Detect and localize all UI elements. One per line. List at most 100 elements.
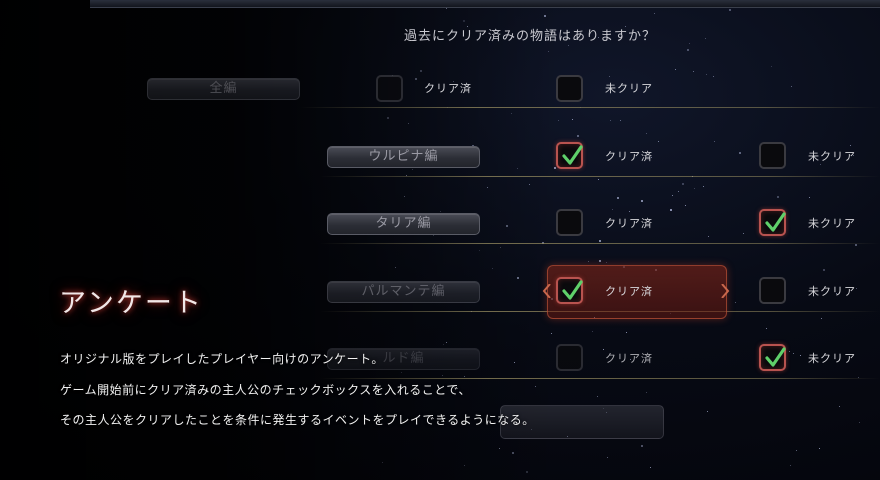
survey-description-line: その主人公をクリアしたことを条件に発生するイベントをプレイできるようになる。: [60, 413, 535, 427]
star: [693, 70, 695, 72]
checkbox-label: クリア済: [605, 285, 653, 298]
star: [609, 75, 611, 77]
star: [626, 332, 628, 334]
checkbox-label: 未クリア: [605, 82, 653, 95]
star: [777, 195, 780, 198]
star: [649, 467, 651, 469]
star: [702, 185, 704, 187]
survey-screen: 過去にクリア済みの物語はありますか？ 全編 クリア済 未クリア ウルピナ編 クリ…: [0, 0, 880, 480]
star: [587, 260, 589, 262]
checkbox-label: クリア済: [424, 82, 472, 95]
checkbox-ludo-uncleared[interactable]: [759, 344, 786, 371]
star: [854, 243, 857, 246]
star: [654, 13, 656, 15]
star: [572, 119, 574, 121]
star: [728, 8, 731, 11]
star: [859, 421, 861, 423]
left-shadow-overlay: [0, 0, 560, 480]
star: [822, 269, 825, 272]
cursor-arrow-icon: [721, 284, 730, 298]
survey-description-line: ゲーム開始前にクリア済みの主人公のチェックボックスを入れることで、: [60, 383, 471, 397]
star: [612, 209, 614, 211]
star: [576, 135, 579, 138]
star: [713, 141, 715, 143]
star: [645, 392, 647, 394]
checkbox-talia-cleared[interactable]: [556, 209, 583, 236]
checkbox-palmante-cleared[interactable]: [556, 277, 583, 304]
checkbox-label: クリア済: [605, 217, 653, 230]
star: [707, 236, 709, 238]
checkmark-icon: [562, 280, 583, 300]
star: [599, 239, 602, 242]
checkbox-label: 未クリア: [808, 352, 856, 365]
star: [771, 66, 773, 68]
star: [645, 133, 647, 135]
star: [686, 48, 689, 51]
cursor-arrow-icon: [542, 284, 551, 298]
star: [788, 351, 790, 353]
checkbox-talia-uncleared[interactable]: [759, 209, 786, 236]
star: [616, 196, 619, 199]
row-divider: [320, 243, 880, 244]
star: [795, 450, 797, 452]
star: [619, 119, 621, 121]
checkbox-label: 未クリア: [808, 285, 856, 298]
star: [628, 210, 630, 212]
star: [818, 447, 820, 449]
star: [599, 260, 602, 263]
checkbox-palmante-uncleared[interactable]: [759, 277, 786, 304]
star: [742, 233, 744, 235]
row-divider: [320, 176, 880, 177]
star: [641, 445, 644, 448]
star: [706, 410, 708, 412]
star: [610, 120, 612, 122]
row-label-talia[interactable]: タリア編: [327, 213, 480, 235]
star: [603, 349, 605, 351]
star: [684, 204, 686, 206]
star: [568, 44, 570, 46]
checkmark-icon: [765, 347, 786, 367]
star: [712, 76, 714, 78]
star: [706, 74, 708, 76]
star: [671, 195, 673, 197]
star: [597, 396, 599, 398]
star: [678, 190, 680, 192]
checkbox-urpina-uncleared[interactable]: [759, 142, 786, 169]
star: [738, 152, 741, 155]
row-label-urpina[interactable]: ウルピナ編: [327, 146, 480, 168]
row-label-all[interactable]: 全編: [147, 78, 300, 100]
star: [693, 188, 695, 190]
row-divider: [300, 107, 880, 108]
star: [592, 331, 594, 333]
star: [809, 196, 811, 198]
star: [820, 317, 822, 319]
star: [605, 262, 607, 264]
checkbox-ludo-cleared[interactable]: [556, 344, 583, 371]
top-frame-edge: [90, 0, 880, 8]
star: [819, 163, 821, 165]
checkbox-label: クリア済: [605, 352, 653, 365]
question-text: 過去にクリア済みの物語はありますか？: [403, 29, 656, 44]
star: [674, 69, 676, 71]
row-label-palmante[interactable]: パルマンテ編: [327, 281, 480, 303]
star: [682, 182, 685, 185]
star: [606, 456, 608, 458]
star: [669, 209, 672, 212]
star: [793, 353, 795, 355]
star: [657, 140, 659, 142]
checkbox-all-cleared[interactable]: [376, 75, 403, 102]
checkmark-icon: [765, 212, 786, 232]
star: [799, 354, 801, 356]
star: [856, 288, 858, 290]
star: [597, 179, 599, 181]
checkbox-label: クリア済: [605, 150, 653, 163]
checkmark-icon: [562, 145, 583, 165]
checkbox-all-uncleared[interactable]: [556, 75, 583, 102]
star: [790, 464, 792, 466]
star: [849, 144, 851, 146]
survey-title: アンケート: [59, 288, 203, 319]
checkbox-urpina-cleared[interactable]: [556, 142, 583, 169]
star: [734, 302, 736, 304]
row-divider: [320, 378, 880, 379]
checkbox-label: 未クリア: [808, 217, 856, 230]
